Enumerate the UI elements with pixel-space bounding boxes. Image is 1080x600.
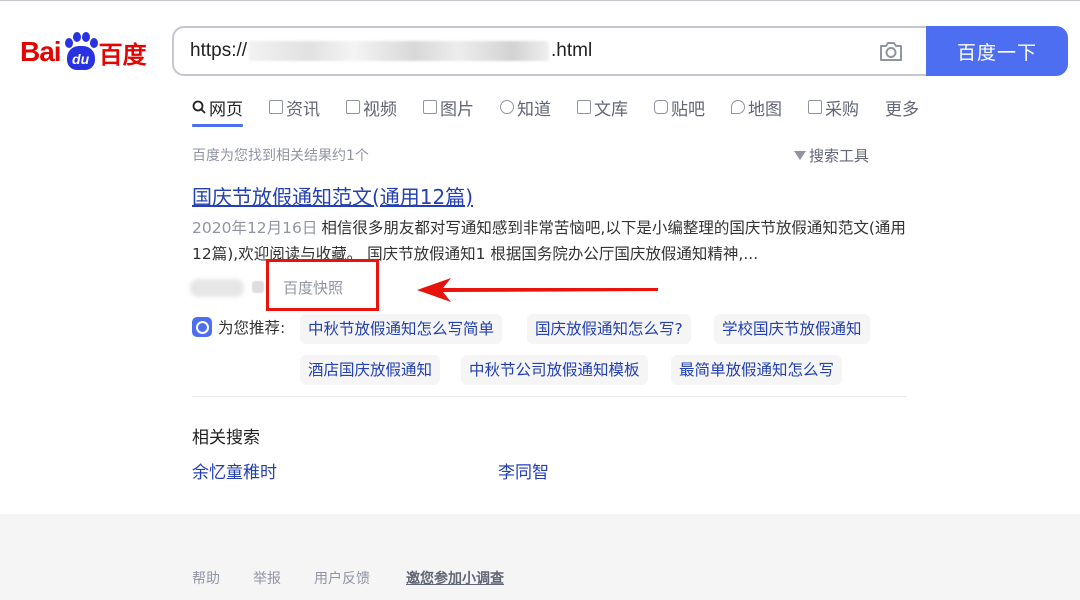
search-button[interactable]: 百度一下 [926, 26, 1068, 76]
image-icon [423, 100, 437, 114]
recommend-label: 为您推荐: [192, 316, 285, 338]
footer-link-feedback[interactable]: 用户反馈 [314, 568, 370, 588]
related-search-link[interactable]: 余忆童稚时 [192, 458, 277, 483]
recommend-chip[interactable]: 学校国庆节放假通知 [714, 314, 870, 344]
search-tabs: 网页 资讯 视频 图片 知道 文库 贴吧 地图 采购 更多 [192, 93, 945, 127]
filter-icon [794, 151, 806, 160]
recommend-chip[interactable]: 最简单放假通知怎么写 [671, 355, 843, 385]
search-icon [192, 100, 206, 114]
tab-label: 更多 [885, 99, 919, 120]
tab-label: 图片 [440, 99, 474, 120]
tab-label: 网页 [209, 99, 243, 120]
tab-wenku[interactable]: 文库 [577, 93, 628, 121]
recommend-chip[interactable]: 国庆放假通知怎么写? [527, 314, 691, 344]
annotation-arrow-icon [417, 278, 658, 302]
tab-tieba[interactable]: 贴吧 [654, 93, 705, 121]
logo-text-cn: 百度 [98, 40, 147, 69]
tab-video[interactable]: 视频 [346, 93, 397, 121]
baidu-logo[interactable]: Bai du 百度 [20, 28, 147, 76]
tab-news[interactable]: 资讯 [269, 93, 320, 121]
tab-label: 文库 [594, 99, 628, 120]
footer-link-report[interactable]: 举报 [253, 568, 281, 588]
logo-text-latin: Bai [20, 36, 62, 67]
search-box[interactable]: https:// .html [172, 26, 928, 76]
tab-label: 视频 [363, 99, 397, 120]
tab-label: 资讯 [286, 99, 320, 120]
recommend-chip[interactable]: 中秋节放假通知怎么写简单 [300, 314, 503, 344]
tab-label: 地图 [748, 99, 782, 120]
tab-label: 贴吧 [671, 99, 705, 120]
section-divider [192, 396, 906, 397]
tab-web[interactable]: 网页 [192, 93, 243, 127]
map-icon [731, 100, 745, 114]
recommend-chip[interactable]: 酒店国庆放假通知 [300, 355, 441, 385]
document-icon [577, 100, 591, 114]
result-count: 百度为您找到相关结果约1个 [192, 148, 369, 164]
tab-image[interactable]: 图片 [423, 93, 474, 121]
footer-link-help[interactable]: 帮助 [192, 568, 220, 588]
redacted-source [190, 279, 244, 297]
question-icon [500, 100, 514, 114]
result-date: 2020年12月16日 [192, 219, 318, 237]
search-tools-label: 搜索工具 [809, 147, 870, 165]
tab-label: 知道 [517, 99, 551, 120]
recommend-chip[interactable]: 中秋节公司放假通知模板 [461, 355, 648, 385]
camera-icon[interactable] [878, 39, 904, 63]
tab-purchase[interactable]: 采购 [808, 93, 859, 121]
tab-map[interactable]: 地图 [731, 93, 782, 121]
tieba-icon [654, 100, 668, 114]
tab-more[interactable]: 更多 [885, 93, 919, 121]
url-suffix: .html [551, 40, 593, 61]
cart-icon [808, 100, 822, 114]
news-icon [269, 100, 283, 114]
search-bubble-icon [192, 317, 212, 337]
redacted-url [249, 40, 550, 61]
tab-zhidao[interactable]: 知道 [500, 93, 551, 121]
source-favicon-icon [252, 281, 264, 293]
footer [0, 514, 1080, 600]
logo-text-paw: du [66, 46, 95, 70]
result-title-link[interactable]: 国庆节放假通知范文(通用12篇) [192, 181, 473, 210]
url-prefix: https:// [190, 40, 248, 61]
search-tools-button[interactable]: 搜索工具 [794, 145, 869, 166]
top-border [0, 0, 1080, 4]
recommend-label-text: 为您推荐: [218, 319, 286, 337]
related-searches-title: 相关搜索 [192, 428, 260, 448]
tab-label: 采购 [825, 99, 859, 120]
search-input[interactable]: https:// .html [190, 40, 592, 62]
video-icon [346, 100, 360, 114]
paw-icon: du [63, 32, 98, 72]
footer-link-survey[interactable]: 邀您参加小调查 [406, 568, 504, 588]
related-search-link[interactable]: 李同智 [498, 458, 549, 483]
annotation-highlight-box [266, 259, 379, 311]
